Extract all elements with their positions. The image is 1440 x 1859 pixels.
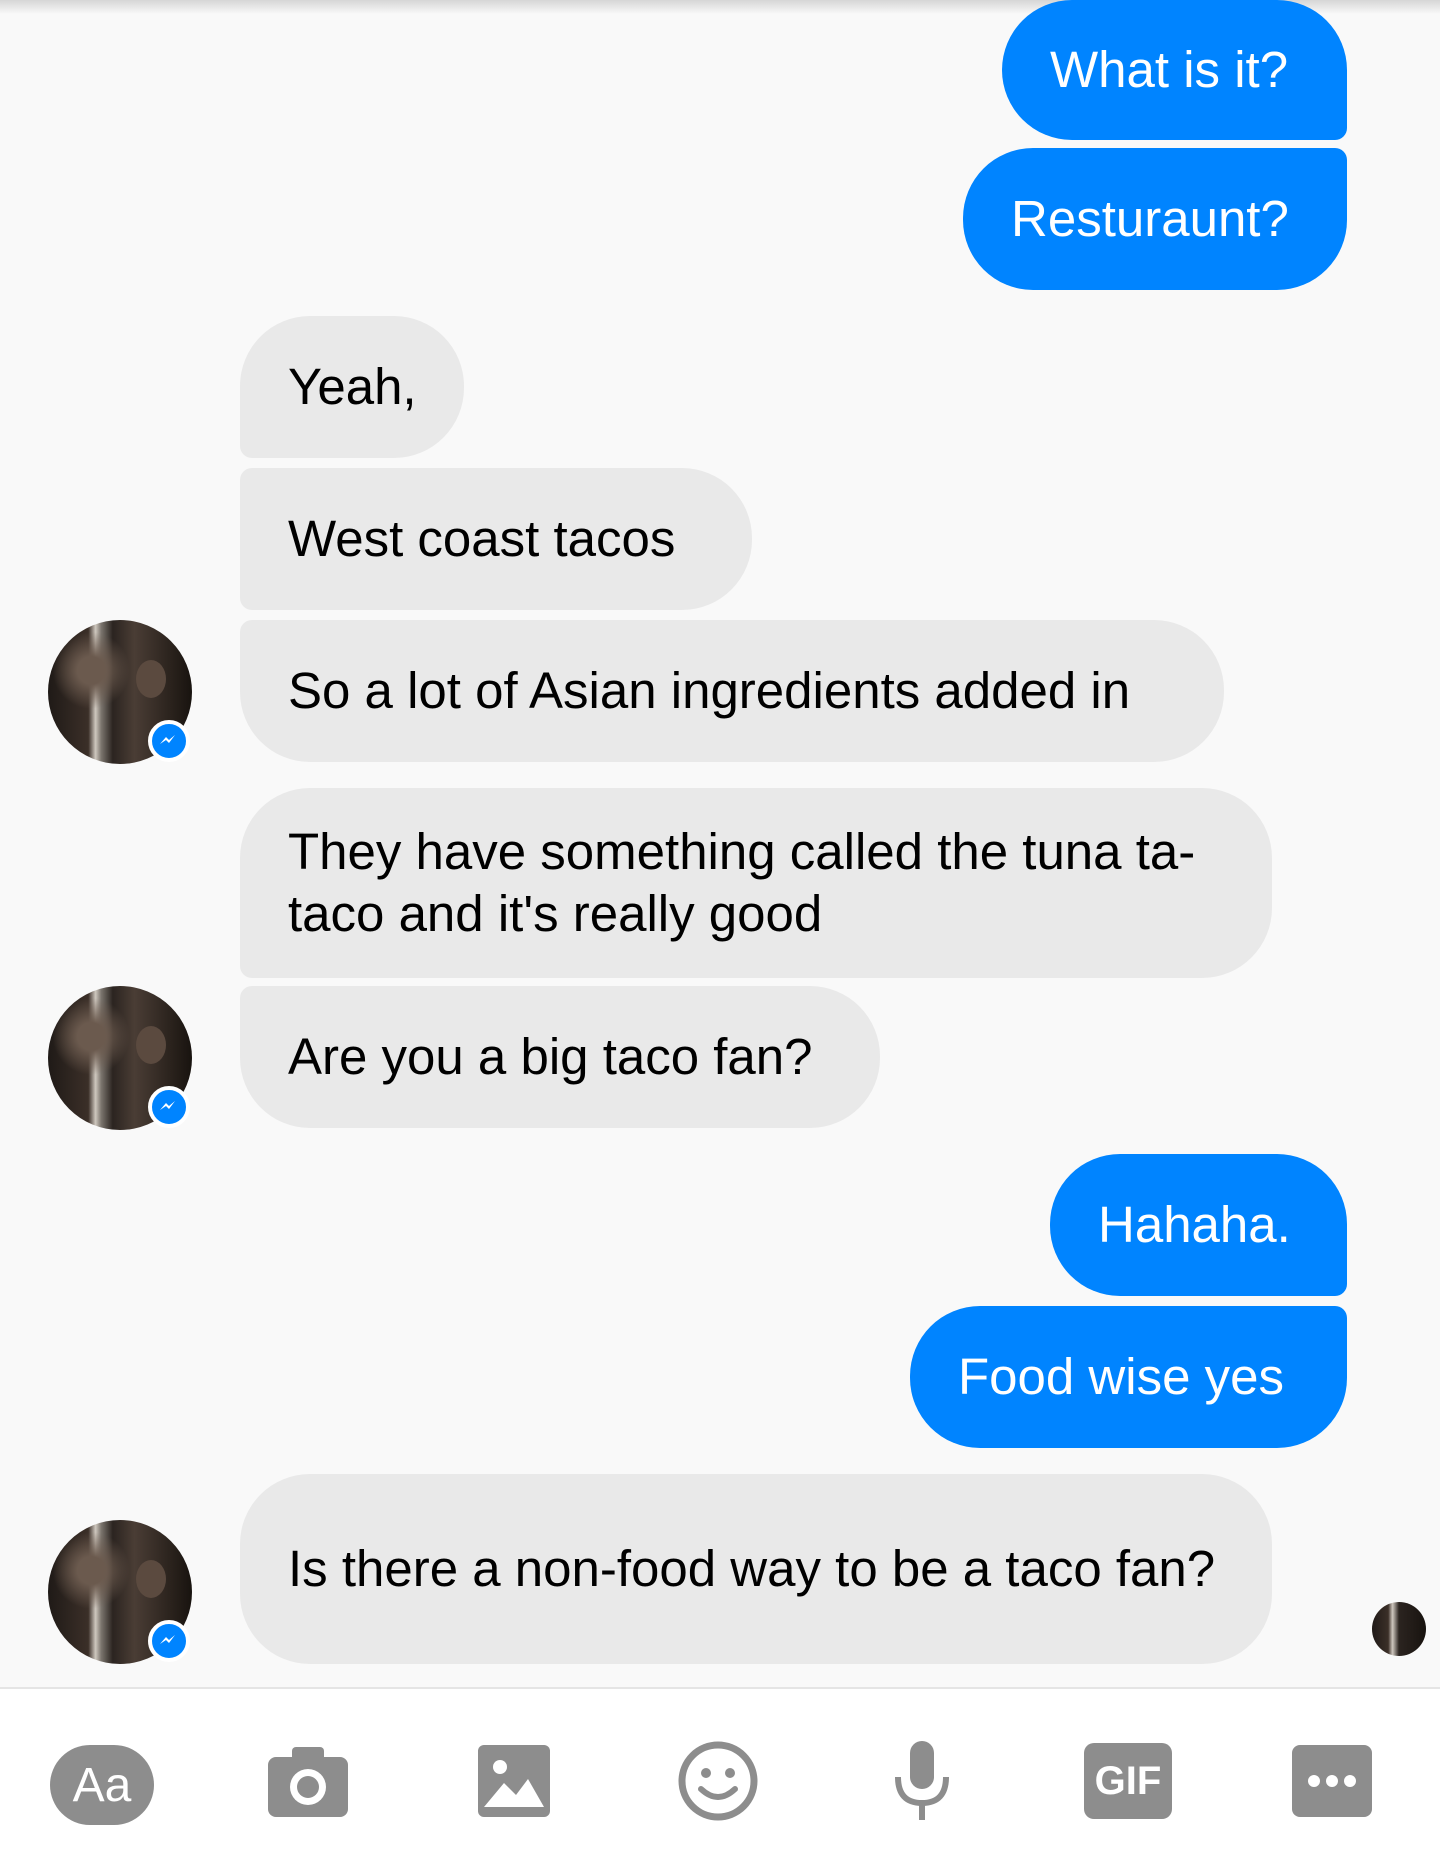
message-text: Yeah, (288, 358, 417, 415)
more-button[interactable] (1292, 1741, 1372, 1821)
message-outgoing[interactable]: Resturaunt? (963, 148, 1347, 290)
message-text: Hahaha. (1098, 1196, 1291, 1253)
message-text: Resturaunt? (1011, 190, 1289, 247)
messenger-badge-icon (148, 720, 190, 762)
more-icon (1292, 1745, 1372, 1817)
gallery-button[interactable] (476, 1741, 552, 1821)
emoji-icon (678, 1741, 758, 1821)
gif-button[interactable]: GIF (1084, 1741, 1172, 1821)
message-text: Are you a big taco fan? (288, 1028, 813, 1085)
message-text: They have something called the tuna ta-t… (288, 823, 1196, 942)
text-button-label: Aa (72, 1758, 132, 1812)
contact-avatar[interactable] (48, 986, 192, 1130)
messenger-badge-icon (148, 1086, 190, 1128)
message-text: West coast tacos (288, 510, 676, 567)
message-incoming[interactable]: Is there a non-food way to be a taco fan… (240, 1474, 1272, 1664)
microphone-icon (895, 1741, 949, 1820)
gif-label: GIF (1094, 1758, 1162, 1803)
message-incoming[interactable]: West coast tacos (240, 468, 752, 610)
gif-icon: GIF (1084, 1743, 1172, 1819)
text-input-button[interactable]: Aa (50, 1745, 154, 1825)
contact-avatar[interactable] (48, 1520, 192, 1664)
message-text: What is it? (1050, 41, 1289, 98)
emoji-button[interactable] (676, 1741, 760, 1821)
avatar-photo (136, 660, 166, 698)
message-text: Is there a non-food way to be a taco fan… (288, 1540, 1216, 1597)
message-outgoing[interactable]: What is it? (1002, 0, 1347, 140)
camera-icon (268, 1747, 348, 1817)
seen-indicator-avatar (1372, 1602, 1426, 1656)
message-incoming[interactable]: Are you a big taco fan? (240, 986, 880, 1128)
contact-avatar[interactable] (48, 620, 192, 764)
message-text: So a lot of Asian ingredients added in (288, 662, 1131, 719)
message-incoming[interactable]: They have something called the tuna ta-t… (240, 788, 1272, 978)
avatar-photo (136, 1026, 166, 1064)
avatar-photo (136, 1560, 166, 1598)
message-outgoing[interactable]: Hahaha. (1050, 1154, 1347, 1296)
message-text: Food wise yes (958, 1348, 1284, 1405)
message-outgoing[interactable]: Food wise yes (910, 1306, 1347, 1448)
gallery-icon (478, 1745, 550, 1817)
message-incoming[interactable]: Yeah, (240, 316, 464, 458)
messenger-badge-icon (148, 1620, 190, 1662)
microphone-button[interactable] (892, 1741, 952, 1821)
message-incoming[interactable]: So a lot of Asian ingredients added in (240, 620, 1224, 762)
composer-toolbar: Aa GIF (0, 1687, 1440, 1859)
camera-button[interactable] (266, 1741, 350, 1821)
